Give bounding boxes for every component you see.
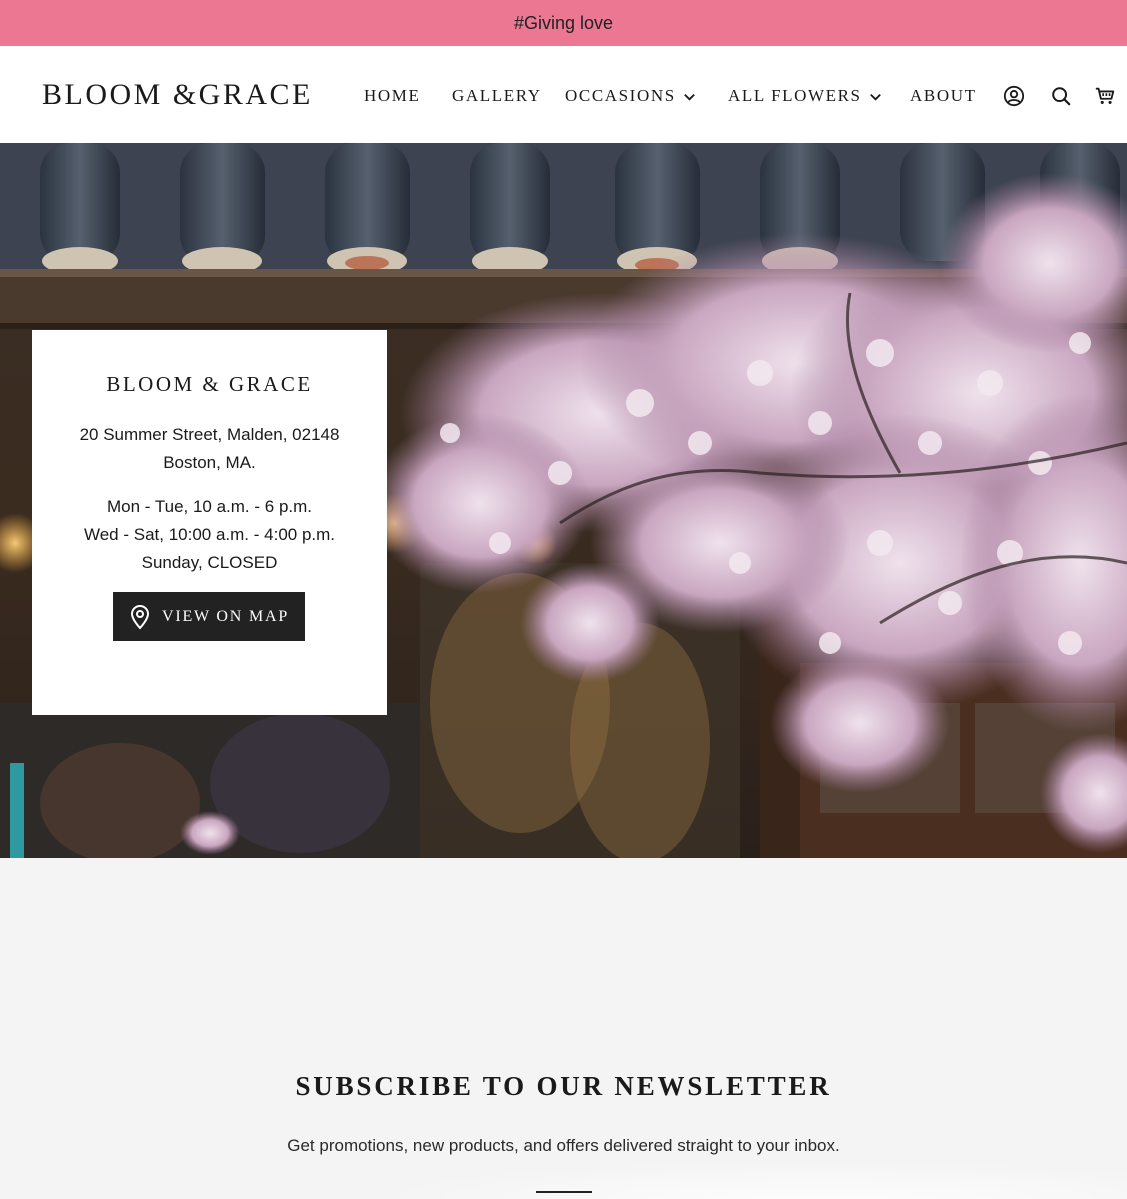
address-line: Boston, MA. — [163, 453, 256, 472]
store-info-card: BLOOM & GRACE 20 Summer Street, Malden, … — [32, 330, 387, 715]
announcement-bar: #Giving love — [0, 0, 1127, 46]
nav-all-flowers[interactable]: ALL FLOWERS — [728, 86, 883, 106]
hours-line: Sunday, CLOSED — [141, 553, 278, 572]
nav-gallery-label: GALLERY — [452, 86, 542, 105]
newsletter-divider — [536, 1191, 592, 1193]
newsletter-title: SUBSCRIBE TO OUR NEWSLETTER — [295, 1071, 832, 1101]
nav-gallery[interactable]: GALLERY — [452, 86, 542, 106]
newsletter-subtitle: Get promotions, new products, and offers… — [287, 1136, 840, 1155]
newsletter-shadow — [360, 1160, 1127, 1199]
hero-banner: BLOOM & GRACE 20 Summer Street, Malden, … — [0, 143, 1127, 858]
nav-home-label: HOME — [364, 86, 421, 105]
site-header: BLOOM &GRACE HOME GALLERY OCCASIONS ALL … — [0, 46, 1127, 143]
store-name: BLOOM & GRACE — [106, 372, 313, 396]
nav-all-flowers-label: ALL FLOWERS — [728, 86, 862, 105]
nav-occasions[interactable]: OCCASIONS — [565, 86, 697, 106]
hours-line: Mon - Tue, 10 a.m. - 6 p.m. — [106, 497, 313, 516]
nav-occasions-label: OCCASIONS — [565, 86, 676, 105]
account-icon[interactable] — [1003, 85, 1025, 107]
view-on-map-label: VIEW ON MAP — [161, 607, 290, 625]
nav-about[interactable]: ABOUT — [910, 86, 977, 106]
nav-about-label: ABOUT — [910, 86, 977, 105]
nav-home[interactable]: HOME — [364, 86, 420, 106]
map-pin-icon — [130, 604, 149, 629]
address-line: 20 Summer Street, Malden, 02148 — [79, 425, 340, 444]
search-icon[interactable] — [1050, 85, 1072, 107]
hours-line: Wed - Sat, 10:00 a.m. - 4:00 p.m. — [83, 525, 336, 544]
site-logo[interactable]: BLOOM &GRACE — [42, 78, 313, 112]
cart-icon[interactable] — [1094, 85, 1116, 107]
chevron-down-icon — [869, 93, 881, 101]
store-hours: Mon - Tue, 10 a.m. - 6 p.m. Wed - Sat, 1… — [32, 493, 387, 577]
chevron-down-icon — [683, 93, 695, 101]
view-on-map-button[interactable]: VIEW ON MAP — [113, 592, 305, 641]
store-address: 20 Summer Street, Malden, 02148 Boston, … — [32, 421, 387, 477]
announcement-text: #Giving love — [513, 12, 614, 33]
